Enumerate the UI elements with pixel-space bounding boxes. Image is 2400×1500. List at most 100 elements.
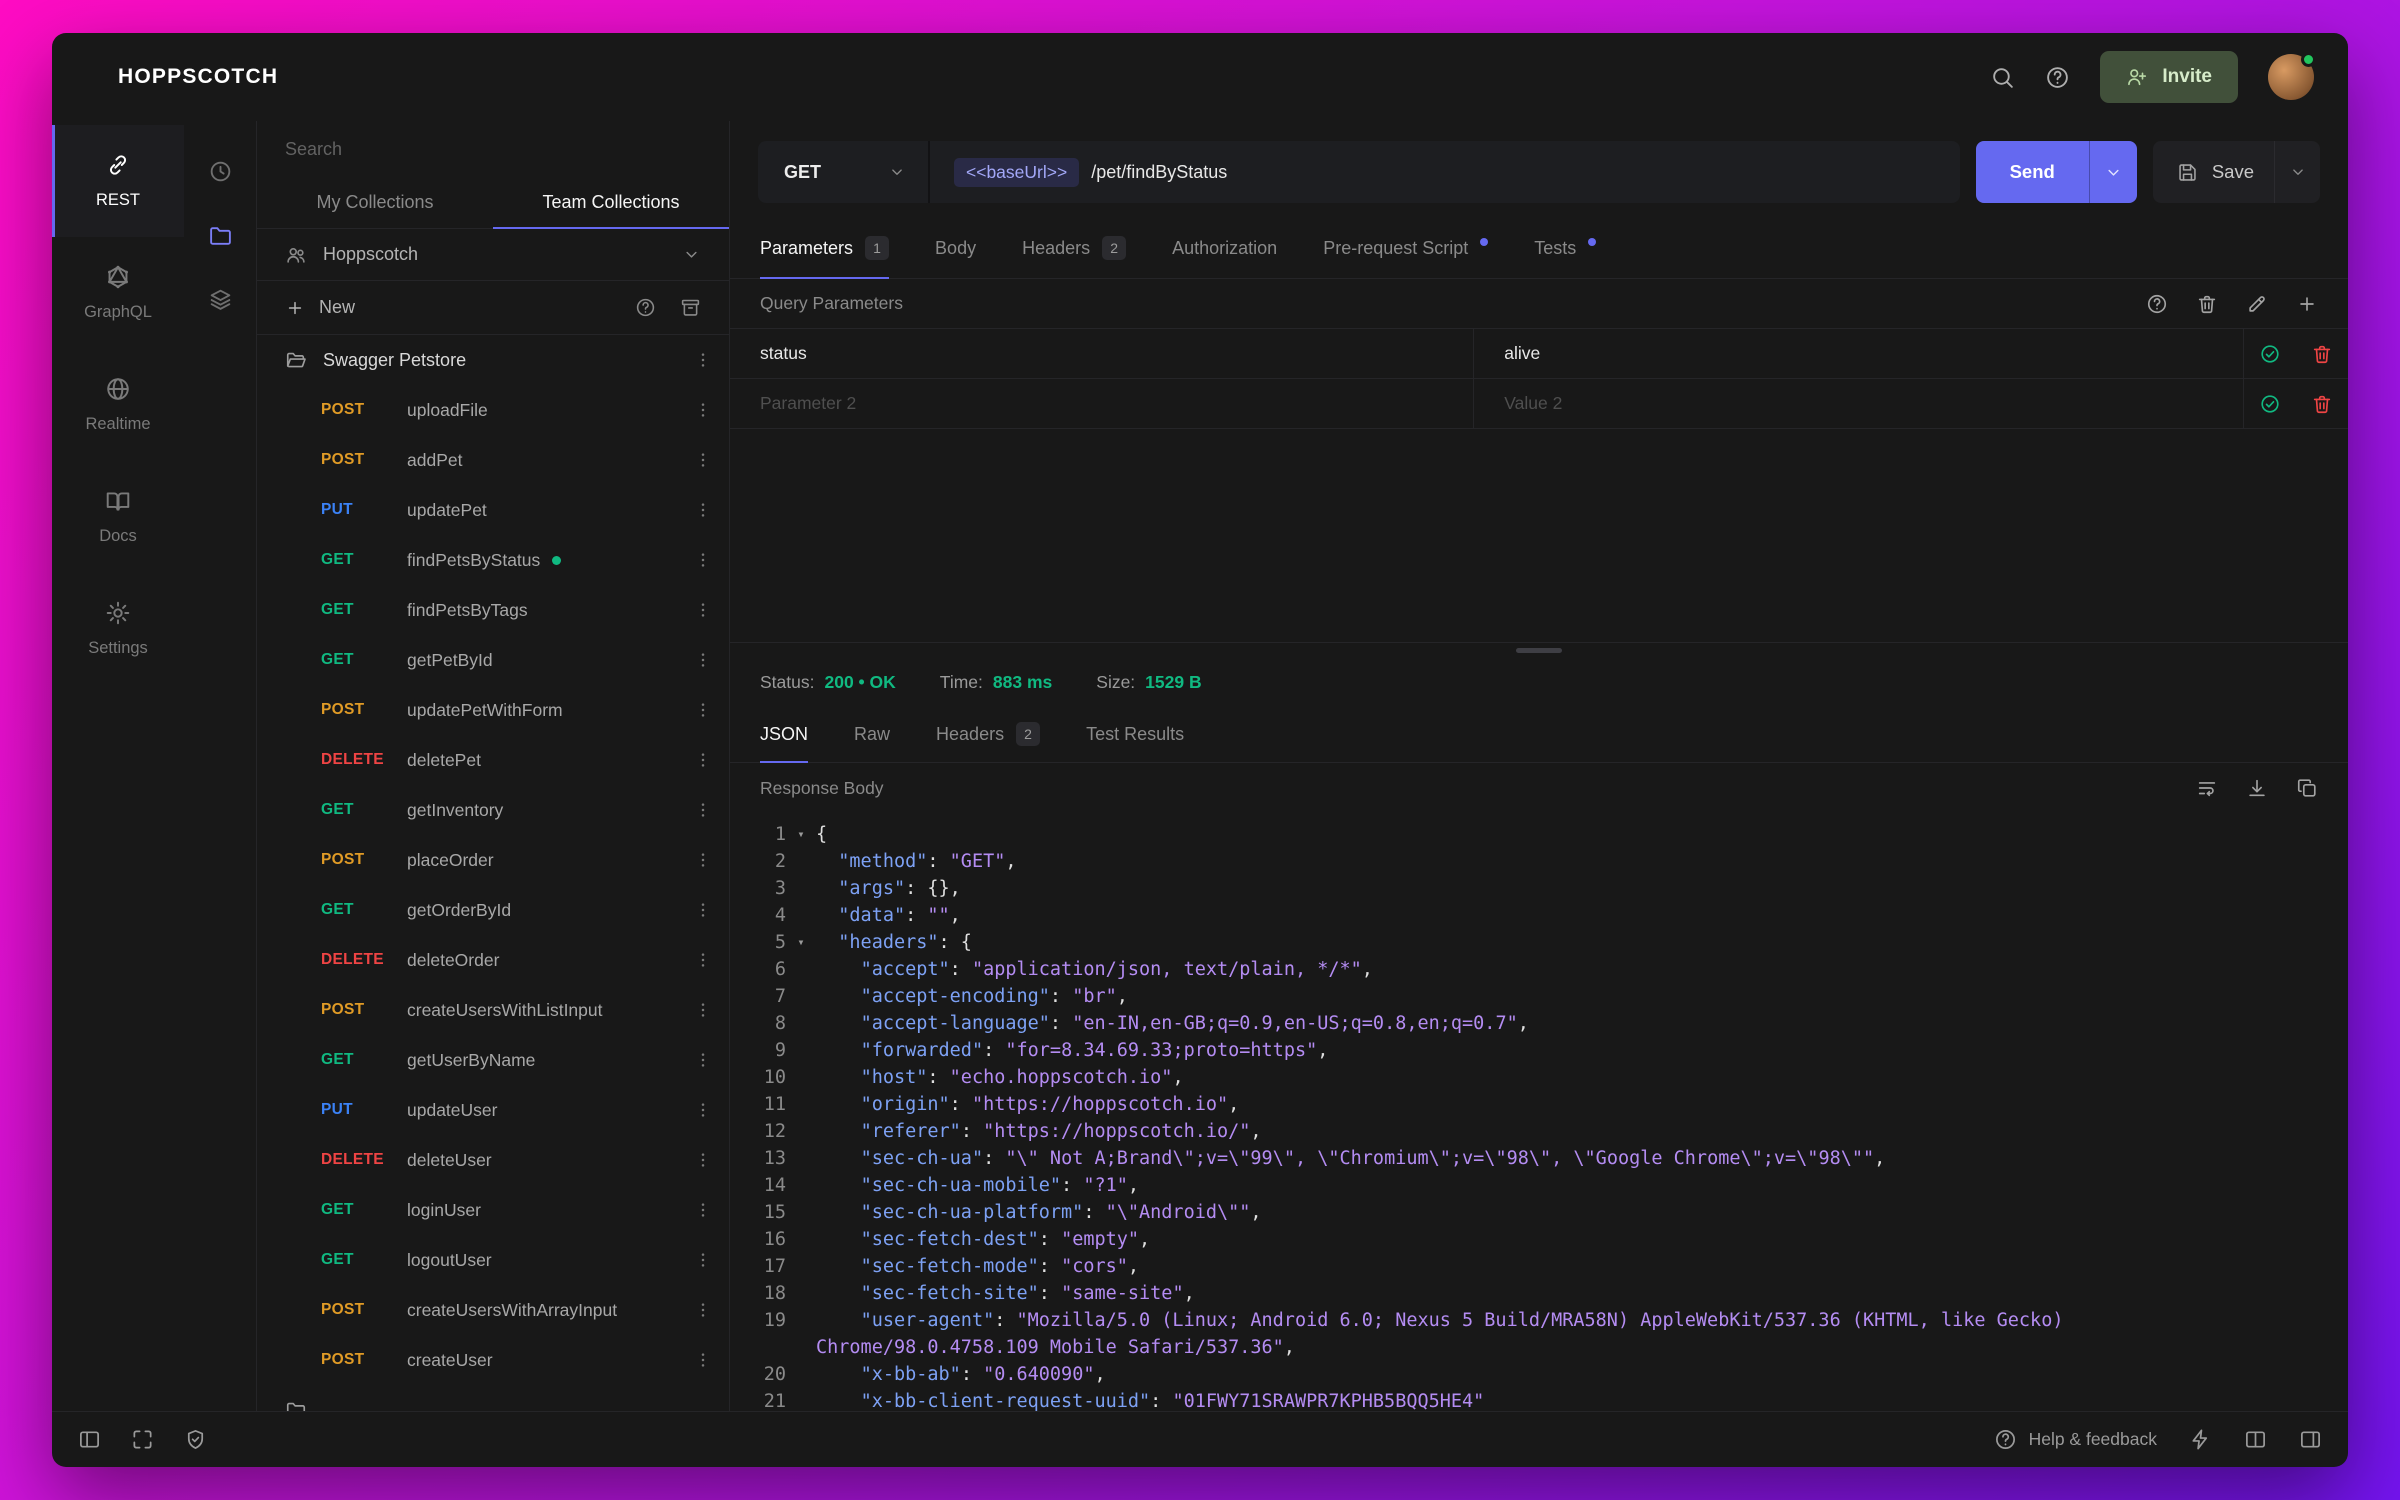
nav-item-graphql[interactable]: GraphQL <box>52 237 184 349</box>
save-button[interactable]: Save <box>2153 141 2274 203</box>
request-menu-button[interactable] <box>693 1300 713 1320</box>
request-item-findpetsbystatus[interactable]: GET findPetsByStatus <box>257 535 729 585</box>
request-menu-button[interactable] <box>693 800 713 820</box>
download-response-button[interactable] <box>2246 777 2268 799</box>
param-value-input[interactable]: Value 2 <box>1474 379 2243 428</box>
folder-menu-button[interactable] <box>693 350 713 370</box>
support-button[interactable] <box>2045 65 2070 90</box>
collections-help-button[interactable] <box>635 297 656 318</box>
request-item-addpet[interactable]: POST addPet <box>257 435 729 485</box>
toggle-sidebar-button[interactable] <box>78 1428 101 1451</box>
param-toggle-button[interactable] <box>2244 379 2296 428</box>
request-item-createuserswithlistinput[interactable]: POST createUsersWithListInput <box>257 985 729 1035</box>
param-toggle-button[interactable] <box>2244 329 2296 378</box>
request-item-updatepetwithform[interactable]: POST updatePetWithForm <box>257 685 729 735</box>
request-item-logoutuser[interactable]: GET logoutUser <box>257 1235 729 1285</box>
request-item-getorderbyid[interactable]: GET getOrderById <box>257 885 729 935</box>
url-input[interactable]: <<baseUrl>> /pet/findByStatus <box>930 141 1960 203</box>
invite-button[interactable]: Invite <box>2100 51 2238 103</box>
request-menu-button[interactable] <box>693 1000 713 1020</box>
nav-item-rest[interactable]: REST <box>52 125 184 237</box>
request-menu-button[interactable] <box>693 1250 713 1270</box>
request-item-getpetbyid[interactable]: GET getPetById <box>257 635 729 685</box>
shortcuts-button[interactable] <box>2189 1428 2212 1451</box>
collections-search-input[interactable] <box>285 138 701 160</box>
interceptor-button[interactable] <box>184 1428 207 1451</box>
sidebar-environments-button[interactable] <box>198 277 242 321</box>
param-delete-button[interactable] <box>2296 329 2348 378</box>
tab-body[interactable]: Body <box>935 219 976 279</box>
request-menu-button[interactable] <box>693 650 713 670</box>
expand-window-button[interactable] <box>131 1428 154 1451</box>
params-bulk-edit-button[interactable] <box>2246 293 2268 315</box>
param-value-input[interactable]: alive <box>1474 329 2243 378</box>
request-item-getinventory[interactable]: GET getInventory <box>257 785 729 835</box>
request-item-placeorder[interactable]: POST placeOrder <box>257 835 729 885</box>
tab-headers[interactable]: Headers 2 <box>936 707 1041 763</box>
fold-arrow-icon[interactable]: ▾ <box>786 821 816 848</box>
nav-item-realtime[interactable]: Realtime <box>52 349 184 461</box>
request-menu-button[interactable] <box>693 450 713 470</box>
request-menu-button[interactable] <box>693 400 713 420</box>
copy-response-button[interactable] <box>2296 777 2318 799</box>
request-menu-button[interactable] <box>693 950 713 970</box>
response-body-code[interactable]: 1 ▾{2 "method": "GET", 3 "args": {}, 4 "dat… <box>730 813 2348 1411</box>
tab-json[interactable]: JSON <box>760 707 809 763</box>
nav-item-docs[interactable]: Docs <box>52 461 184 573</box>
fold-arrow-icon[interactable]: ▾ <box>786 929 816 956</box>
help-feedback-button[interactable]: Help & feedback <box>1994 1428 2157 1451</box>
tab-authorization[interactable]: Authorization <box>1172 219 1277 279</box>
sidebar-collections-button[interactable] <box>198 213 242 257</box>
params-add-button[interactable] <box>2296 293 2318 315</box>
collection-folder[interactable]: Swagger Petstore <box>257 335 729 385</box>
request-menu-button[interactable] <box>693 1150 713 1170</box>
method-select[interactable]: GET <box>758 141 930 203</box>
request-item-deleteorder[interactable]: DELETE deleteOrder <box>257 935 729 985</box>
request-menu-button[interactable] <box>693 600 713 620</box>
request-item-deleteuser[interactable]: DELETE deleteUser <box>257 1135 729 1185</box>
param-key-input[interactable]: Parameter 2 <box>730 379 1475 428</box>
request-menu-button[interactable] <box>693 900 713 920</box>
collections-tab-my-collections[interactable]: My Collections <box>257 177 493 229</box>
request-menu-button[interactable] <box>693 1350 713 1370</box>
tab-tests[interactable]: Tests <box>1534 219 1597 279</box>
request-menu-button[interactable] <box>693 1100 713 1120</box>
request-menu-button[interactable] <box>693 850 713 870</box>
request-menu-button[interactable] <box>693 750 713 770</box>
request-item-getuserbyname[interactable]: GET getUserByName <box>257 1035 729 1085</box>
tab-pre-request-script[interactable]: Pre-request Script <box>1323 219 1489 279</box>
save-options-button[interactable] <box>2274 141 2320 203</box>
tab-parameters[interactable]: Parameters 1 <box>760 219 890 279</box>
tab-headers[interactable]: Headers 2 <box>1022 219 1127 279</box>
request-menu-button[interactable] <box>693 550 713 570</box>
tab-test-results[interactable]: Test Results <box>1086 707 1184 763</box>
import-export-button[interactable] <box>680 297 701 318</box>
params-help-button[interactable] <box>2146 293 2168 315</box>
request-item-deletepet[interactable]: DELETE deletePet <box>257 735 729 785</box>
sidebar-history-button[interactable] <box>198 149 242 193</box>
params-clear-all-button[interactable] <box>2196 293 2218 315</box>
request-menu-button[interactable] <box>693 500 713 520</box>
request-item-updateuser[interactable]: PUT updateUser <box>257 1085 729 1135</box>
column-layout-button[interactable] <box>2244 1428 2267 1451</box>
collection-folder-partial[interactable] <box>257 1385 729 1411</box>
avatar[interactable] <box>2268 52 2316 100</box>
pane-resize-handle[interactable] <box>730 643 2348 657</box>
request-item-updatepet[interactable]: PUT updatePet <box>257 485 729 535</box>
team-selector[interactable]: Hoppscotch <box>257 229 729 281</box>
request-item-findpetsbytags[interactable]: GET findPetsByTags <box>257 585 729 635</box>
collections-tab-team-collections[interactable]: Team Collections <box>493 177 729 229</box>
param-delete-button[interactable] <box>2296 379 2348 428</box>
request-item-createuserswitharrayinput[interactable]: POST createUsersWithArrayInput <box>257 1285 729 1335</box>
request-menu-button[interactable] <box>693 1050 713 1070</box>
send-options-button[interactable] <box>2088 141 2137 203</box>
tab-raw[interactable]: Raw <box>854 707 890 763</box>
collapse-right-panel-button[interactable] <box>2299 1428 2322 1451</box>
param-key-input[interactable]: status <box>730 329 1475 378</box>
request-menu-button[interactable] <box>693 1200 713 1220</box>
request-item-createuser[interactable]: POST createUser <box>257 1335 729 1385</box>
nav-item-settings[interactable]: Settings <box>52 573 184 685</box>
search-button[interactable] <box>1990 65 2015 90</box>
wrap-lines-button[interactable] <box>2196 777 2218 799</box>
request-menu-button[interactable] <box>693 700 713 720</box>
